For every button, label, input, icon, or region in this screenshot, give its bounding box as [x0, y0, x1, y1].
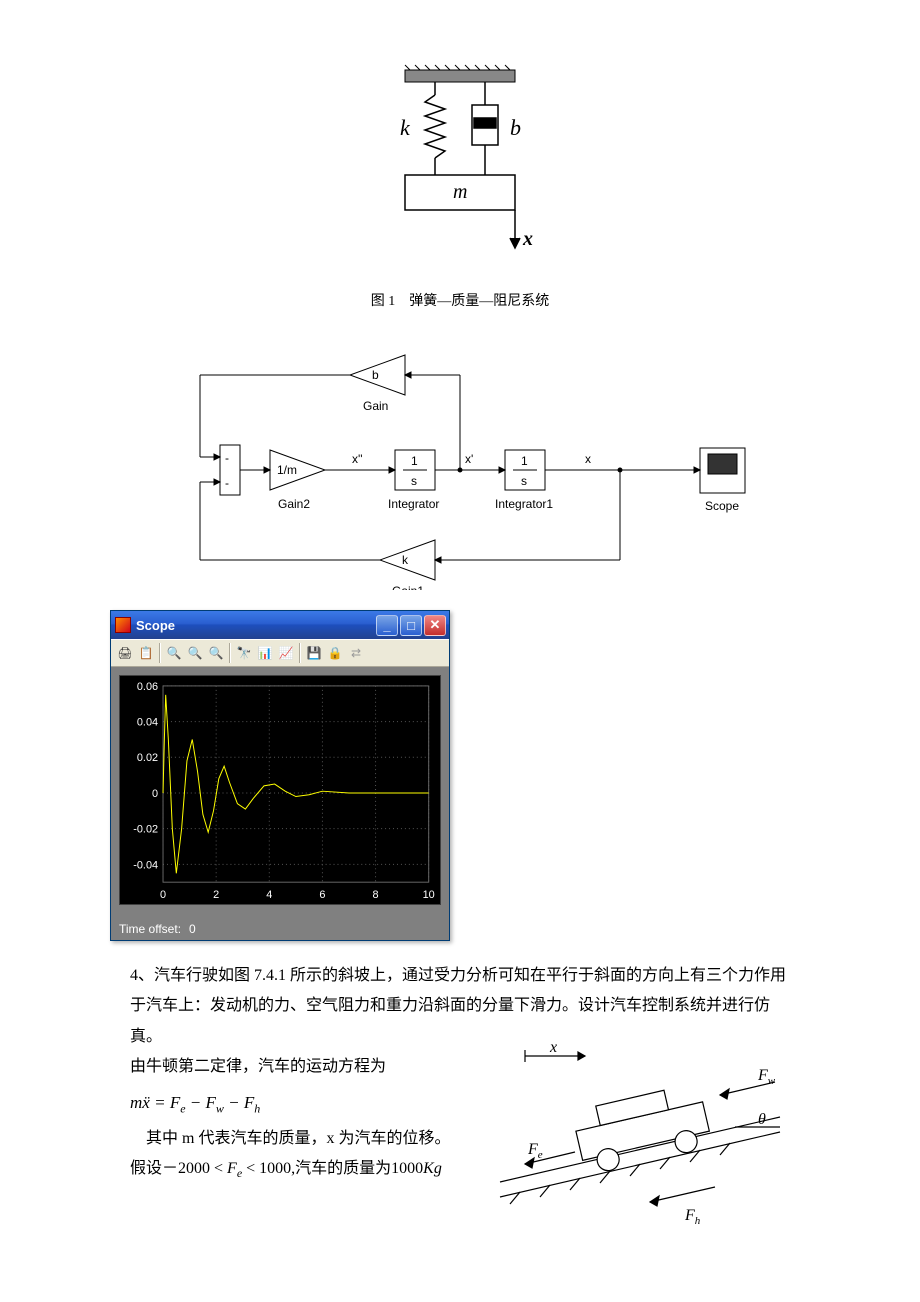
int1-den: s — [411, 474, 417, 488]
zoom-in-icon[interactable]: 🔍 — [164, 643, 184, 663]
svg-text:0.02: 0.02 — [137, 752, 158, 764]
gain-k-value: k — [402, 553, 409, 567]
gain-1m-value: 1/m — [277, 463, 297, 477]
toolbar-separator — [229, 643, 231, 663]
floppy-icon[interactable]: 💾 — [304, 643, 324, 663]
problem-4-p2: 由牛顿第二定律，汽车的运动方程为 — [130, 1052, 480, 1082]
figure-1: k b m x 图 1 弹簧—质量—阻尼系统 — [0, 60, 920, 310]
equation-of-motion: mẍ = Fe − Fw − Fh — [130, 1087, 480, 1120]
svg-text:2: 2 — [213, 889, 219, 901]
settings-icon[interactable]: ⇄ — [346, 643, 366, 663]
scope-status-bar: Time offset: 0 — [111, 918, 449, 940]
scope-titlebar: Scope _ □ ✕ — [111, 611, 449, 639]
label-k: k — [400, 115, 411, 140]
time-offset-label: Time offset: — [119, 922, 181, 936]
int2-den: s — [521, 474, 527, 488]
label-b: b — [510, 115, 521, 140]
simulink-diagram: b Gain - - 1/m Gain2 1 s Integrator 1 — [0, 330, 920, 590]
scope-window: Scope _ □ ✕ 🖨 📋 🔍 🔍 🔍 🔭 📊 📈 💾 — [110, 610, 450, 941]
lock-icon[interactable]: 🔒 — [325, 643, 345, 663]
scope-plot: 0 2 4 6 8 10 -0.04 -0.02 0 0.02 0.04 0.06 — [119, 675, 441, 905]
spring-mass-damper-diagram: k b m x — [350, 60, 570, 280]
problem-4-p3: 其中 m 代表汽车的质量，x 为汽车的位移。 — [130, 1124, 480, 1154]
scope-body: 0 2 4 6 8 10 -0.04 -0.02 0 0.02 0.04 0.06 — [111, 667, 449, 918]
gain-b-label: Gain — [363, 399, 388, 413]
int1-label: Integrator — [388, 497, 439, 511]
time-offset-value: 0 — [189, 922, 196, 936]
int2-num: 1 — [521, 454, 528, 468]
svg-text:10: 10 — [423, 889, 435, 901]
svg-text:-: - — [225, 451, 229, 465]
signal-xdd: x'' — [352, 452, 363, 466]
zoom-y-icon[interactable]: 🔍 — [206, 643, 226, 663]
minimize-button[interactable]: _ — [376, 615, 398, 636]
zoom-x-icon[interactable]: 🔍 — [185, 643, 205, 663]
Fe-label: Fe — [527, 1141, 543, 1161]
scope-label: Scope — [705, 499, 739, 513]
restore-icon[interactable]: 📈 — [276, 643, 296, 663]
print-icon[interactable]: 🖨 — [115, 643, 135, 663]
maximize-button[interactable]: □ — [400, 615, 422, 636]
Fh-label: Fh — [684, 1207, 701, 1227]
params-icon[interactable]: 📋 — [136, 643, 156, 663]
theta-label: θ — [758, 1111, 766, 1128]
scope-toolbar: 🖨 📋 🔍 🔍 🔍 🔭 📊 📈 💾 🔒 ⇄ — [111, 639, 449, 667]
svg-text:-: - — [225, 476, 229, 490]
signal-xd: x' — [465, 452, 473, 466]
svg-text:0.04: 0.04 — [137, 717, 158, 729]
problem-4-p4: 假设－2000 < Fe < 1000,汽车的质量为1000Kg — [130, 1154, 480, 1185]
car-on-slope-diagram: x θ — [490, 1042, 790, 1243]
svg-text:0.06: 0.06 — [137, 681, 158, 693]
car-x-label: x — [549, 1042, 557, 1056]
int2-label: Integrator1 — [495, 497, 553, 511]
svg-text:8: 8 — [373, 889, 379, 901]
svg-text:4: 4 — [266, 889, 272, 901]
label-m: m — [453, 181, 467, 203]
svg-text:0: 0 — [160, 889, 166, 901]
scope-title: Scope — [136, 618, 376, 633]
matlab-icon — [115, 617, 131, 633]
gain-k-label: Gain1 — [392, 584, 424, 590]
svg-text:-0.02: -0.02 — [133, 824, 158, 836]
int1-num: 1 — [411, 454, 418, 468]
signal-x: x — [585, 452, 591, 466]
svg-text:6: 6 — [319, 889, 325, 901]
close-button[interactable]: ✕ — [424, 615, 446, 636]
gain-b-value: b — [372, 368, 379, 382]
svg-text:0: 0 — [152, 788, 158, 800]
toolbar-separator — [299, 643, 301, 663]
gain-1m-label: Gain2 — [278, 497, 310, 511]
label-x: x — [522, 228, 533, 250]
autoscale-icon[interactable]: 📊 — [255, 643, 275, 663]
figure-1-caption: 图 1 弹簧—质量—阻尼系统 — [371, 290, 550, 310]
binoculars-icon[interactable]: 🔭 — [234, 643, 254, 663]
problem-4: 4、汽车行驶如图 7.4.1 所示的斜坡上，通过受力分析可知在平行于斜面的方向上… — [130, 961, 790, 1244]
toolbar-separator — [159, 643, 161, 663]
svg-text:-0.04: -0.04 — [133, 859, 158, 871]
problem-4-p1: 4、汽车行驶如图 7.4.1 所示的斜坡上，通过受力分析可知在平行于斜面的方向上… — [130, 961, 790, 1052]
